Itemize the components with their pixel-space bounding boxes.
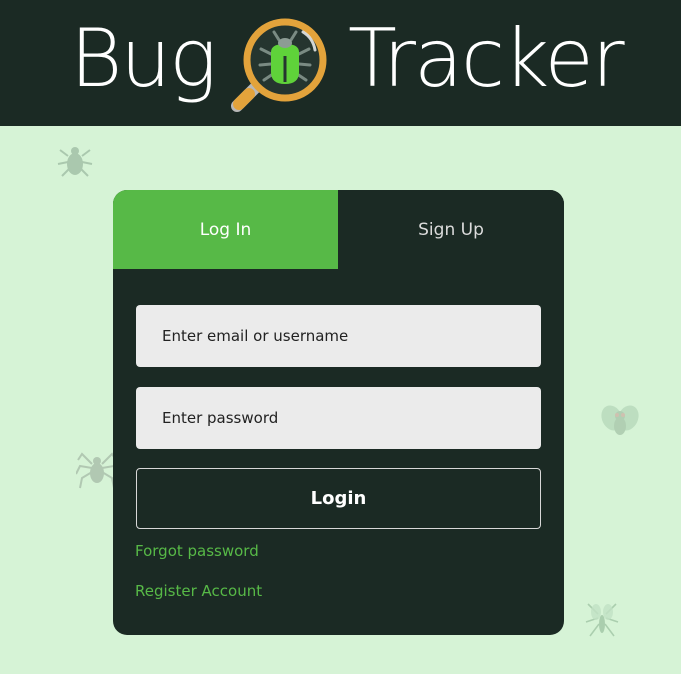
- logo-title-bug: Bug: [70, 12, 217, 105]
- login-button[interactable]: Login: [136, 468, 541, 529]
- forgot-password-link[interactable]: Forgot password: [135, 542, 259, 560]
- email-username-input[interactable]: [136, 305, 541, 367]
- beetle-decoration-icon: [57, 147, 93, 177]
- register-account-link[interactable]: Register Account: [135, 582, 262, 600]
- mosquito-decoration-icon: [585, 603, 619, 637]
- auth-card: Log In Sign Up Login Forgot password Reg…: [113, 190, 564, 635]
- header-bar: Bug Tracker: [0, 0, 681, 126]
- logo-title-tracker: Tracker: [348, 12, 625, 105]
- spider-decoration-icon: [76, 452, 118, 489]
- magnifier-bug-icon: [231, 18, 327, 112]
- fly-decoration-icon: [601, 405, 639, 435]
- tab-sign-up[interactable]: Sign Up: [338, 190, 564, 269]
- tab-log-in[interactable]: Log In: [113, 190, 338, 269]
- password-input[interactable]: [136, 387, 541, 449]
